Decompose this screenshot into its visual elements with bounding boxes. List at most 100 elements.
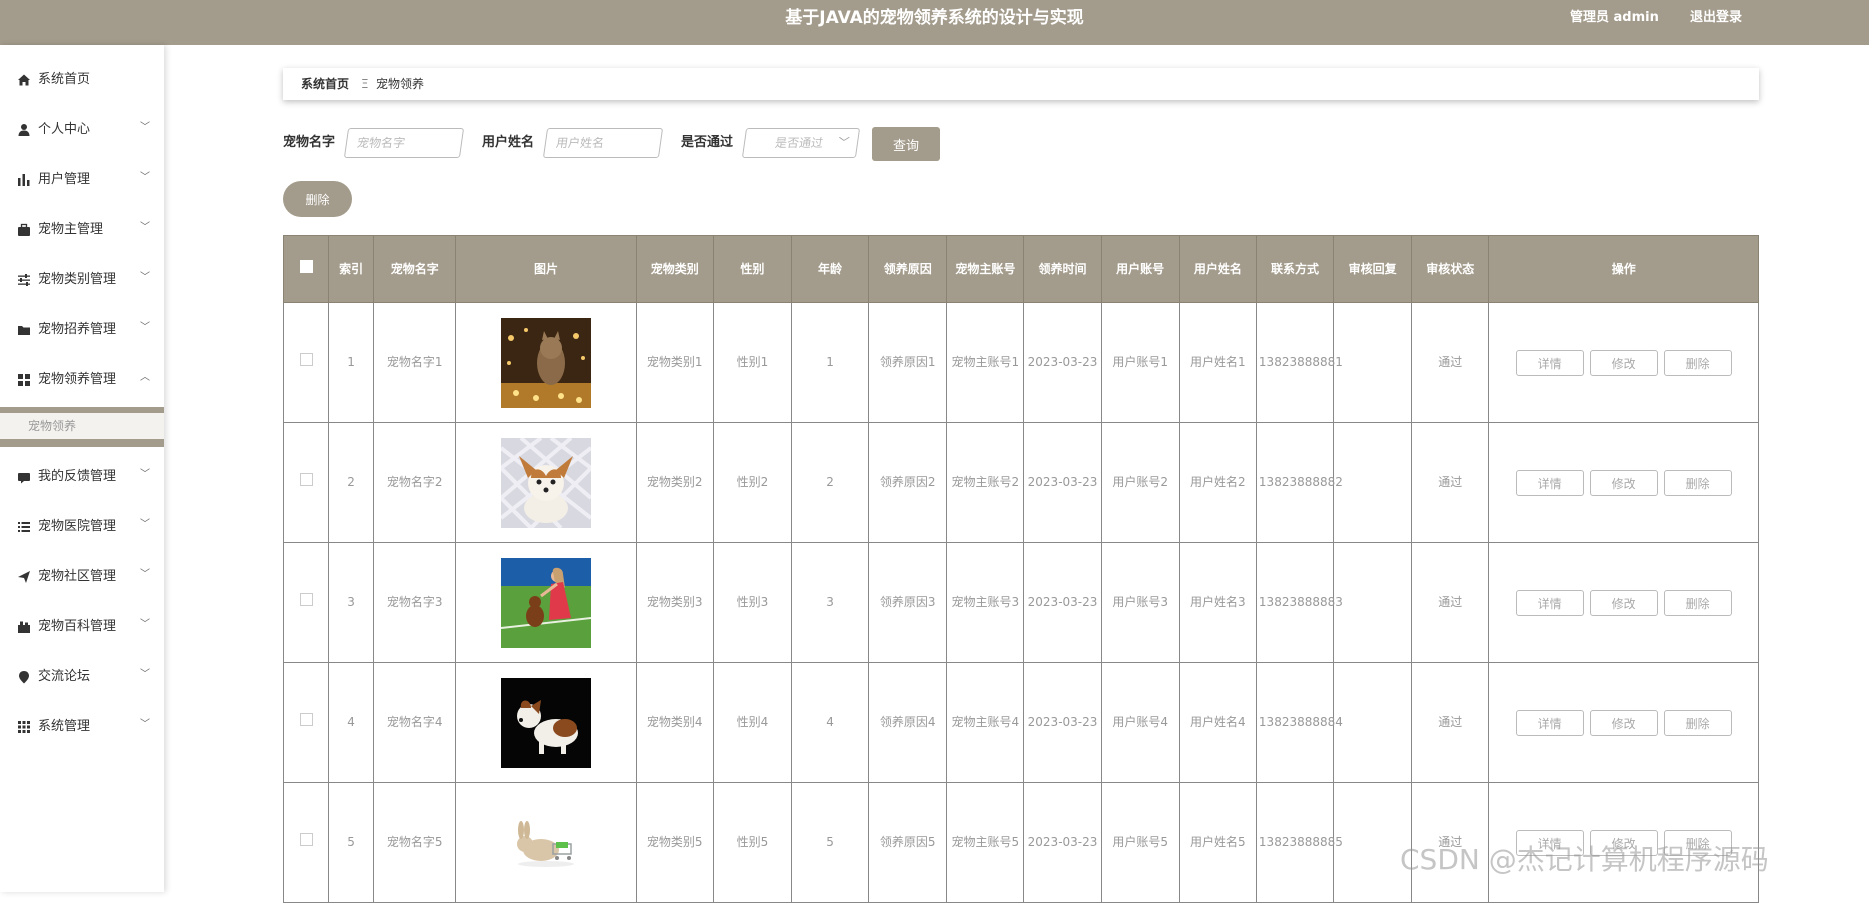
sidebar-item-feedback-management[interactable]: 我的反馈管理 ﹀	[0, 452, 164, 502]
row-select-cell[interactable]	[282, 302, 330, 423]
detail-button[interactable]: 详情	[1515, 709, 1584, 736]
sliders-icon	[17, 273, 31, 287]
sidebar-item-pet-adoption-management[interactable]: 宠物领养管理 ︿	[0, 355, 164, 405]
edit-button[interactable]: 修改	[1589, 349, 1658, 376]
edit-button[interactable]: 修改	[1589, 709, 1658, 736]
query-button[interactable]: 查询	[872, 127, 940, 161]
row-checkbox[interactable]	[299, 353, 313, 366]
cell-user-account: 用户账号5	[1100, 782, 1180, 903]
cell-image	[455, 542, 637, 663]
row-checkbox[interactable]	[299, 713, 313, 726]
send-icon	[17, 570, 31, 584]
sidebar-item-label: 我的反馈管理	[38, 469, 117, 484]
sidebar-item-label: 宠物社区管理	[38, 569, 117, 584]
sidebar-item-system-management[interactable]: 系统管理 ﹀	[0, 702, 164, 752]
cell-image	[455, 422, 637, 543]
sidebar-item-user-management[interactable]: 用户管理 ﹀	[0, 155, 164, 205]
cell-phone: 13823888883	[1255, 542, 1343, 663]
sidebar-item-forum[interactable]: 交流论坛 ﹀	[0, 652, 164, 702]
sidebar-item-pet-encyclopedia-management[interactable]: 宠物百科管理 ﹀	[0, 602, 164, 652]
cell-image	[455, 662, 637, 783]
cell-status: 通过	[1411, 662, 1490, 783]
batch-delete-button[interactable]: 删除	[283, 181, 352, 217]
row-checkbox[interactable]	[299, 473, 313, 486]
cell-age: 2	[790, 422, 870, 543]
detail-button[interactable]: 详情	[1515, 589, 1584, 616]
cell-category: 宠物类别1	[635, 302, 714, 423]
folder-icon	[17, 323, 31, 337]
cell-gender: 性别1	[712, 302, 792, 423]
cell-index: 3	[328, 542, 375, 663]
sidebar-item-label: 宠物主管理	[38, 222, 104, 237]
pet-name-input[interactable]	[343, 128, 465, 158]
cell-gender: 性别3	[712, 542, 792, 663]
grid-icon	[17, 373, 31, 387]
chevron-down-icon: ﹀	[140, 619, 150, 630]
pin-icon	[17, 670, 31, 684]
select-all-header[interactable]	[282, 235, 330, 303]
chevron-down-icon: ﹀	[140, 172, 150, 183]
cell-owner-account: 宠物主账号4	[946, 662, 1025, 783]
cell-user-name: 用户姓名3	[1178, 542, 1257, 663]
cell-actions: 详情 修改 删除	[1488, 542, 1759, 663]
table-row: 1 宠物名字1 宠物类别1 性别1 1 领养原因1 宠物主账号1 2023-03…	[282, 302, 1759, 423]
logout-button[interactable]: 退出登录	[1690, 0, 1742, 36]
row-select-cell[interactable]	[282, 542, 330, 663]
column-header: 年龄	[790, 235, 870, 303]
row-checkbox[interactable]	[299, 593, 313, 606]
column-header: 用户账号	[1100, 235, 1180, 303]
sidebar-item-label: 交流论坛	[38, 669, 91, 684]
table-row: 2 宠物名字2 宠物类别2 性别2 2 领养原因2 宠物主账号2 2023-03…	[282, 422, 1759, 543]
sidebar-item-label: 系统首页	[38, 72, 91, 87]
sidebar-item-pet-hospital-management[interactable]: 宠物医院管理 ﹀	[0, 502, 164, 552]
detail-button[interactable]: 详情	[1515, 469, 1584, 496]
breadcrumb-home[interactable]: 系统首页	[301, 68, 349, 100]
cell-image	[455, 782, 637, 903]
column-header: 索引	[328, 235, 375, 303]
select-all-checkbox[interactable]	[299, 260, 313, 273]
delete-button[interactable]: 删除	[1663, 709, 1732, 736]
user-name-input[interactable]	[542, 128, 664, 158]
sidebar-item-pet-owner-management[interactable]: 宠物主管理 ﹀	[0, 205, 164, 255]
edit-button[interactable]: 修改	[1589, 469, 1658, 496]
sidebar-item-personal-center[interactable]: 个人中心 ﹀	[0, 105, 164, 155]
delete-button[interactable]: 删除	[1663, 469, 1732, 496]
sidebar-item-pet-category-management[interactable]: 宠物类别管理 ﹀	[0, 255, 164, 305]
cell-reply	[1333, 302, 1413, 423]
column-header: 图片	[455, 235, 637, 303]
cell-reason: 领养原因1	[868, 302, 948, 423]
cell-reason: 领养原因5	[868, 782, 948, 903]
edit-button[interactable]: 修改	[1589, 589, 1658, 616]
delete-button[interactable]: 删除	[1663, 589, 1732, 616]
sidebar-item-pet-recruit-management[interactable]: 宠物招养管理 ﹀	[0, 305, 164, 355]
submenu-item-pet-adoption[interactable]: 宠物领养	[0, 413, 164, 439]
user-name-label: 用户姓名	[482, 135, 535, 150]
approved-select[interactable]: 是否通过 ﹀	[741, 128, 861, 158]
cell-user-name: 用户姓名4	[1178, 662, 1257, 783]
cell-pet-name: 宠物名字4	[373, 662, 457, 783]
detail-button[interactable]: 详情	[1515, 349, 1584, 376]
cell-adopt-time: 2023-03-23	[1023, 542, 1102, 663]
column-header: 领养原因	[868, 235, 948, 303]
column-header: 宠物名字	[373, 235, 457, 303]
row-select-cell[interactable]	[282, 782, 330, 903]
cell-pet-name: 宠物名字3	[373, 542, 457, 663]
sidebar-item-home[interactable]: 系统首页	[0, 55, 164, 105]
chevron-down-icon: ﹀	[140, 719, 150, 730]
rabbit-photo	[500, 797, 591, 888]
cell-actions: 详情 修改 删除	[1488, 422, 1759, 543]
chevron-down-icon: ﹀	[140, 669, 150, 680]
chihuahua-photo	[500, 437, 591, 528]
sidebar-item-pet-community-management[interactable]: 宠物社区管理 ﹀	[0, 552, 164, 602]
row-select-cell[interactable]	[282, 422, 330, 543]
delete-button[interactable]: 删除	[1663, 349, 1732, 376]
cell-owner-account: 宠物主账号3	[946, 542, 1025, 663]
column-header: 宠物类别	[635, 235, 714, 303]
cell-pet-name: 宠物名字1	[373, 302, 457, 423]
list-icon	[17, 520, 31, 534]
sidebar-item-label: 个人中心	[38, 122, 91, 137]
cell-index: 2	[328, 422, 375, 543]
row-select-cell[interactable]	[282, 662, 330, 783]
row-checkbox[interactable]	[299, 833, 313, 846]
cell-adopt-time: 2023-03-23	[1023, 782, 1102, 903]
